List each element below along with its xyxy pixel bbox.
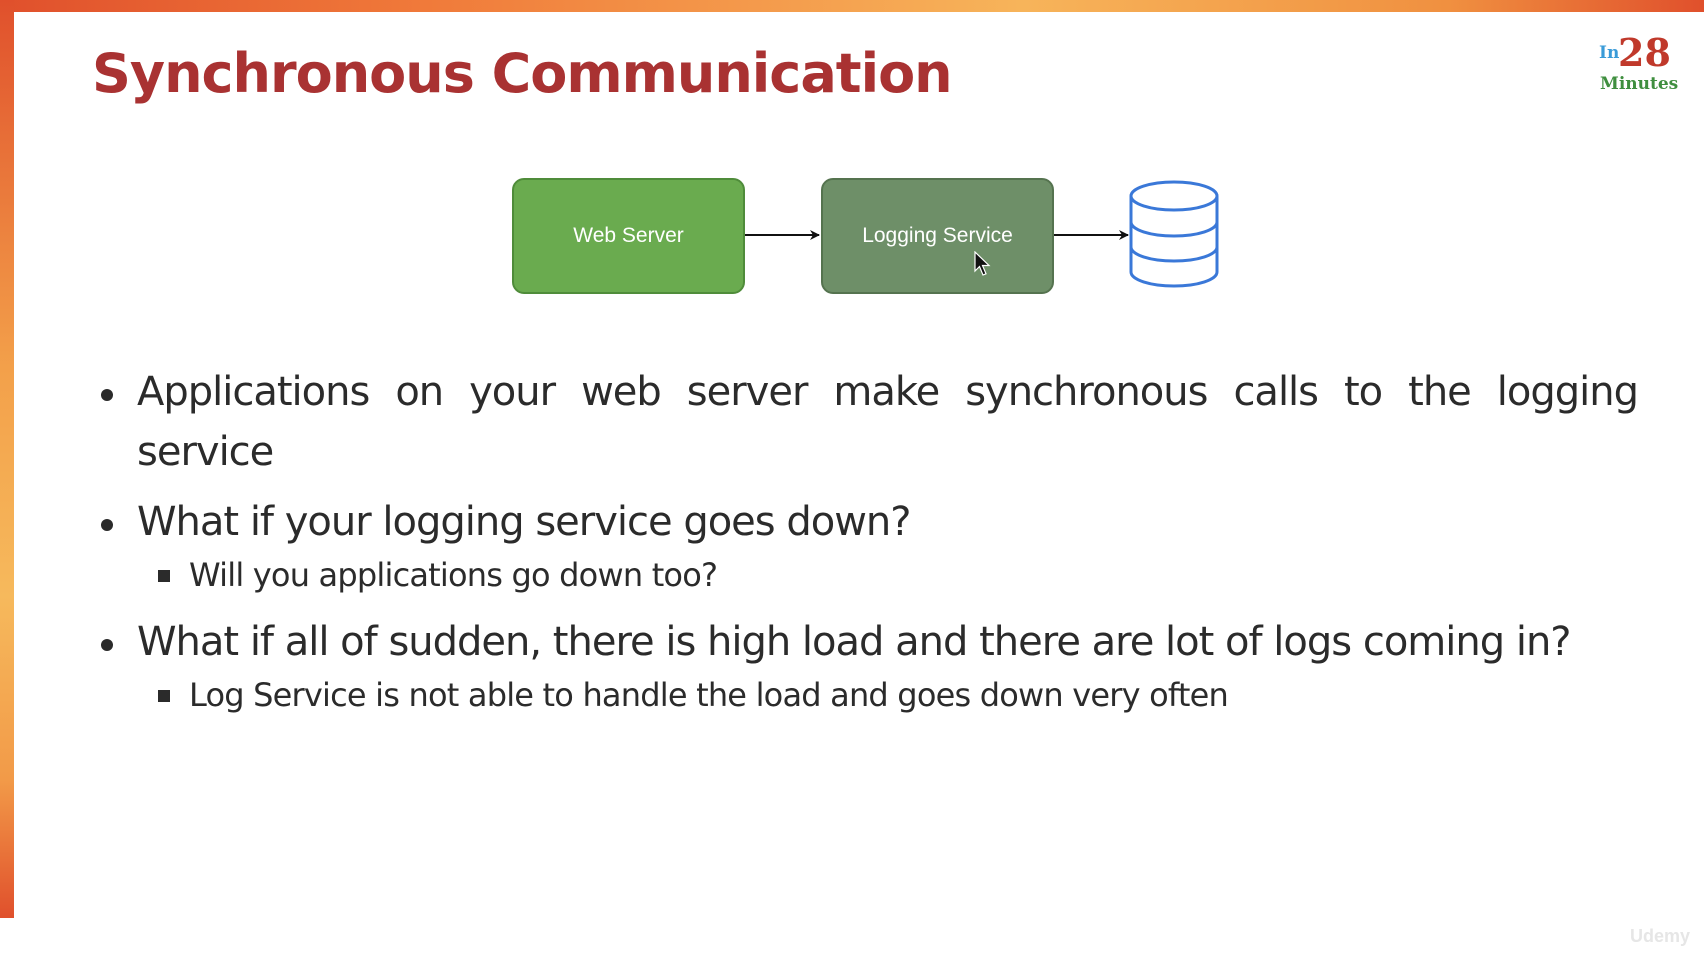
- architecture-diagram: Web Server Logging Service: [0, 0, 1704, 320]
- bullet-item: Applications on your web server make syn…: [92, 362, 1639, 482]
- slide: Synchronous Communication In 28 Minutes …: [0, 0, 1704, 962]
- mouse-cursor-icon: [974, 251, 991, 276]
- web-server-box: Web Server: [512, 178, 745, 294]
- sub-bullet-item: Will you applications go down too?: [92, 552, 1638, 598]
- bullet-item: What if your logging service goes down?: [92, 492, 1638, 552]
- bullet-item: What if all of sudden, there is high loa…: [92, 612, 1638, 672]
- udemy-watermark: Udemy: [1630, 926, 1691, 946]
- bullet-list: Applications on your web server make syn…: [92, 362, 1639, 718]
- logging-service-box: Logging Service: [821, 178, 1054, 294]
- web-server-label: Web Server: [573, 224, 684, 247]
- logging-service-label: Logging Service: [862, 224, 1013, 247]
- database-icon: [1129, 180, 1219, 288]
- sub-bullet-item: Log Service is not able to handle the lo…: [92, 672, 1638, 718]
